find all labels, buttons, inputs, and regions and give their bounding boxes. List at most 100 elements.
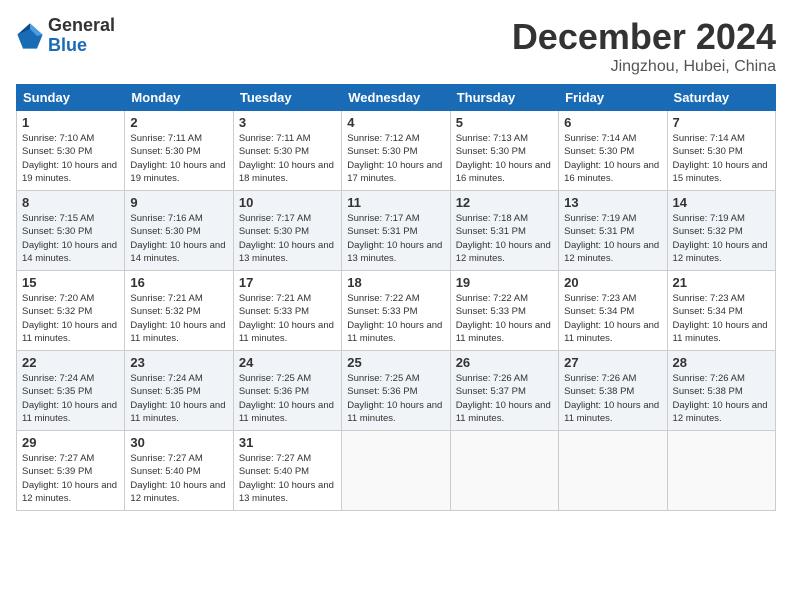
- calendar-day-cell: 30 Sunrise: 7:27 AMSunset: 5:40 PMDayligh…: [125, 431, 233, 511]
- day-number: 13: [564, 195, 661, 210]
- day-info: Sunrise: 7:11 AMSunset: 5:30 PMDaylight:…: [130, 132, 227, 185]
- day-number: 9: [130, 195, 227, 210]
- day-number: 24: [239, 355, 336, 370]
- calendar-day-cell: 18 Sunrise: 7:22 AMSunset: 5:33 PMDayligh…: [342, 271, 450, 351]
- calendar-day-cell: 23 Sunrise: 7:24 AMSunset: 5:35 PMDayligh…: [125, 351, 233, 431]
- day-info: Sunrise: 7:26 AMSunset: 5:37 PMDaylight:…: [456, 372, 553, 425]
- month-title: December 2024: [512, 16, 776, 58]
- calendar-header-row: Sunday Monday Tuesday Wednesday Thursday…: [17, 85, 776, 111]
- day-number: 2: [130, 115, 227, 130]
- calendar-day-cell: 28Sunrise: 7:26 AMSunset: 5:38 PMDayligh…: [667, 351, 775, 431]
- logo-general: General: [48, 16, 115, 36]
- calendar-day-cell: 3 Sunrise: 7:11 AMSunset: 5:30 PMDaylight…: [233, 111, 341, 191]
- day-info: Sunrise: 7:14 AMSunset: 5:30 PMDaylight:…: [564, 132, 661, 185]
- day-number: 31: [239, 435, 336, 450]
- day-info: Sunrise: 7:16 AMSunset: 5:30 PMDaylight:…: [130, 212, 227, 265]
- header-monday: Monday: [125, 85, 233, 111]
- day-number: 12: [456, 195, 553, 210]
- day-info: Sunrise: 7:24 AMSunset: 5:35 PMDaylight:…: [22, 372, 119, 425]
- calendar-day-cell: 4Sunrise: 7:12 AMSunset: 5:30 PMDaylight…: [342, 111, 450, 191]
- calendar-day-cell: 12 Sunrise: 7:18 AMSunset: 5:31 PMDayligh…: [450, 191, 558, 271]
- location: Jingzhou, Hubei, China: [512, 58, 776, 76]
- calendar-day-cell: [667, 431, 775, 511]
- day-info: Sunrise: 7:21 AMSunset: 5:33 PMDaylight:…: [239, 292, 336, 345]
- day-number: 10: [239, 195, 336, 210]
- day-info: Sunrise: 7:13 AMSunset: 5:30 PMDaylight:…: [456, 132, 553, 185]
- calendar-table: Sunday Monday Tuesday Wednesday Thursday…: [16, 84, 776, 511]
- calendar-day-cell: 19Sunrise: 7:22 AMSunset: 5:33 PMDayligh…: [450, 271, 558, 351]
- calendar-day-cell: 31 Sunrise: 7:27 AMSunset: 5:40 PMDayligh…: [233, 431, 341, 511]
- day-number: 16: [130, 275, 227, 290]
- day-number: 4: [347, 115, 444, 130]
- title-block: December 2024 Jingzhou, Hubei, China: [512, 16, 776, 76]
- header: General Blue December 2024 Jingzhou, Hub…: [16, 16, 776, 76]
- day-info: Sunrise: 7:23 AMSunset: 5:34 PMDaylight:…: [564, 292, 661, 345]
- header-saturday: Saturday: [667, 85, 775, 111]
- day-info: Sunrise: 7:22 AMSunset: 5:33 PMDaylight:…: [347, 292, 444, 345]
- calendar-week-row: 22 Sunrise: 7:24 AMSunset: 5:35 PMDayligh…: [17, 351, 776, 431]
- day-info: Sunrise: 7:27 AMSunset: 5:40 PMDaylight:…: [239, 452, 336, 505]
- calendar-day-cell: 25 Sunrise: 7:25 AMSunset: 5:36 PMDayligh…: [342, 351, 450, 431]
- day-info: Sunrise: 7:14 AMSunset: 5:30 PMDaylight:…: [673, 132, 770, 185]
- day-number: 22: [22, 355, 119, 370]
- day-number: 8: [22, 195, 119, 210]
- day-number: 14: [673, 195, 770, 210]
- day-number: 15: [22, 275, 119, 290]
- calendar-day-cell: 17 Sunrise: 7:21 AMSunset: 5:33 PMDayligh…: [233, 271, 341, 351]
- calendar-day-cell: 24 Sunrise: 7:25 AMSunset: 5:36 PMDayligh…: [233, 351, 341, 431]
- day-info: Sunrise: 7:10 AMSunset: 5:30 PMDaylight:…: [22, 132, 119, 185]
- calendar-week-row: 1 Sunrise: 7:10 AMSunset: 5:30 PMDaylight…: [17, 111, 776, 191]
- calendar-week-row: 15 Sunrise: 7:20 AMSunset: 5:32 PMDayligh…: [17, 271, 776, 351]
- day-info: Sunrise: 7:24 AMSunset: 5:35 PMDaylight:…: [130, 372, 227, 425]
- day-info: Sunrise: 7:26 AMSunset: 5:38 PMDaylight:…: [673, 372, 770, 425]
- day-info: Sunrise: 7:25 AMSunset: 5:36 PMDaylight:…: [239, 372, 336, 425]
- logo-blue: Blue: [48, 36, 115, 56]
- calendar-day-cell: 26 Sunrise: 7:26 AMSunset: 5:37 PMDayligh…: [450, 351, 558, 431]
- day-number: 20: [564, 275, 661, 290]
- calendar-day-cell: 7Sunrise: 7:14 AMSunset: 5:30 PMDaylight…: [667, 111, 775, 191]
- day-info: Sunrise: 7:19 AMSunset: 5:32 PMDaylight:…: [673, 212, 770, 265]
- day-info: Sunrise: 7:20 AMSunset: 5:32 PMDaylight:…: [22, 292, 119, 345]
- day-number: 11: [347, 195, 444, 210]
- page: General Blue December 2024 Jingzhou, Hub…: [0, 0, 792, 612]
- calendar-day-cell: 27Sunrise: 7:26 AMSunset: 5:38 PMDayligh…: [559, 351, 667, 431]
- logo-icon: [16, 22, 44, 50]
- day-number: 25: [347, 355, 444, 370]
- calendar-week-row: 29Sunrise: 7:27 AMSunset: 5:39 PMDayligh…: [17, 431, 776, 511]
- day-info: Sunrise: 7:27 AMSunset: 5:40 PMDaylight:…: [130, 452, 227, 505]
- header-friday: Friday: [559, 85, 667, 111]
- day-info: Sunrise: 7:18 AMSunset: 5:31 PMDaylight:…: [456, 212, 553, 265]
- day-info: Sunrise: 7:22 AMSunset: 5:33 PMDaylight:…: [456, 292, 553, 345]
- day-number: 17: [239, 275, 336, 290]
- day-number: 23: [130, 355, 227, 370]
- calendar-day-cell: [559, 431, 667, 511]
- day-info: Sunrise: 7:15 AMSunset: 5:30 PMDaylight:…: [22, 212, 119, 265]
- calendar-day-cell: 1 Sunrise: 7:10 AMSunset: 5:30 PMDaylight…: [17, 111, 125, 191]
- day-info: Sunrise: 7:23 AMSunset: 5:34 PMDaylight:…: [673, 292, 770, 345]
- calendar-day-cell: 22 Sunrise: 7:24 AMSunset: 5:35 PMDayligh…: [17, 351, 125, 431]
- day-number: 26: [456, 355, 553, 370]
- calendar-day-cell: [342, 431, 450, 511]
- day-number: 18: [347, 275, 444, 290]
- calendar-day-cell: 16Sunrise: 7:21 AMSunset: 5:32 PMDayligh…: [125, 271, 233, 351]
- day-info: Sunrise: 7:26 AMSunset: 5:38 PMDaylight:…: [564, 372, 661, 425]
- calendar-day-cell: 2 Sunrise: 7:11 AMSunset: 5:30 PMDaylight…: [125, 111, 233, 191]
- logo: General Blue: [16, 16, 115, 56]
- day-info: Sunrise: 7:25 AMSunset: 5:36 PMDaylight:…: [347, 372, 444, 425]
- day-number: 6: [564, 115, 661, 130]
- calendar-day-cell: 15 Sunrise: 7:20 AMSunset: 5:32 PMDayligh…: [17, 271, 125, 351]
- header-sunday: Sunday: [17, 85, 125, 111]
- day-number: 5: [456, 115, 553, 130]
- day-info: Sunrise: 7:17 AMSunset: 5:30 PMDaylight:…: [239, 212, 336, 265]
- day-info: Sunrise: 7:11 AMSunset: 5:30 PMDaylight:…: [239, 132, 336, 185]
- calendar-day-cell: 29Sunrise: 7:27 AMSunset: 5:39 PMDayligh…: [17, 431, 125, 511]
- calendar-day-cell: 10 Sunrise: 7:17 AMSunset: 5:30 PMDayligh…: [233, 191, 341, 271]
- calendar-day-cell: 6 Sunrise: 7:14 AMSunset: 5:30 PMDaylight…: [559, 111, 667, 191]
- day-number: 1: [22, 115, 119, 130]
- calendar-day-cell: [450, 431, 558, 511]
- calendar-day-cell: 11Sunrise: 7:17 AMSunset: 5:31 PMDayligh…: [342, 191, 450, 271]
- calendar-day-cell: 20 Sunrise: 7:23 AMSunset: 5:34 PMDayligh…: [559, 271, 667, 351]
- header-wednesday: Wednesday: [342, 85, 450, 111]
- day-number: 3: [239, 115, 336, 130]
- day-number: 30: [130, 435, 227, 450]
